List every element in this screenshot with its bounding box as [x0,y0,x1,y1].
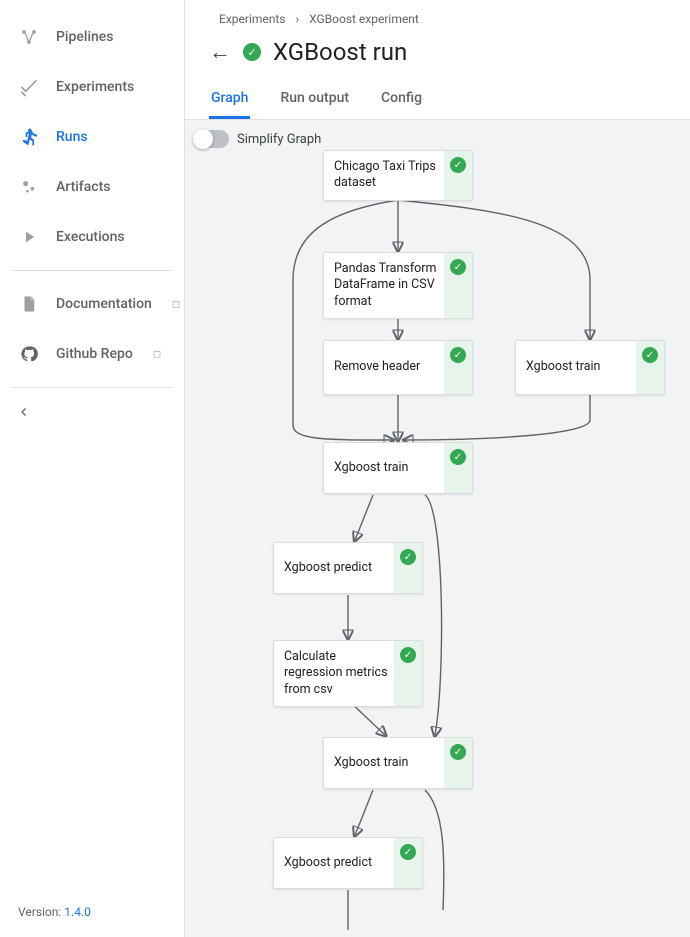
version-label: Version: [18,905,61,919]
main: Experiments › XGBoost experiment ← ✓ XGB… [185,0,690,937]
sidebar: Pipelines Experiments Runs Artifacts Exe… [0,0,185,937]
sidebar-item-label: Runs [56,129,88,145]
node-status: ✓ [444,341,472,394]
check-icon: ✓ [450,157,466,173]
simplify-graph-row: Simplify Graph [195,130,321,148]
node-status: ✓ [444,443,472,493]
header: Experiments › XGBoost experiment ← ✓ XGB… [185,0,690,120]
collapse-sidebar[interactable] [0,396,184,432]
node-status: ✓ [394,543,422,593]
github-icon [18,343,40,365]
sidebar-item-pipelines[interactable]: Pipelines [0,12,184,62]
sidebar-item-label: Artifacts [56,179,110,195]
check-icon: ✓ [450,449,466,465]
node-label: Xgboost predict [284,560,372,576]
sidebar-item-experiments[interactable]: Experiments [0,62,184,112]
version-value: 1.4.0 [64,905,91,919]
sidebar-item-label: Pipelines [56,29,114,45]
simplify-label: Simplify Graph [237,132,321,147]
node-label: Remove header [334,359,420,375]
sidebar-link-label: Documentation [56,296,152,312]
sidebar-link-label: Github Repo [56,346,133,362]
breadcrumb-root[interactable]: Experiments [219,12,286,26]
sidebar-link-documentation[interactable]: Documentation ◻ [0,279,184,329]
check-icon: ✓ [400,844,416,860]
sidebar-link-github[interactable]: Github Repo ◻ [0,329,184,379]
page-title: XGBoost run [273,38,407,66]
breadcrumb-separator: › [296,12,300,26]
tab-run-output[interactable]: Run output [278,80,351,119]
breadcrumb: Experiments › XGBoost experiment [209,8,666,34]
node-xgboost-train-right[interactable]: Xgboost train ✓ [515,340,665,395]
node-label: Calculate regression metrics from csv [284,649,388,697]
status-success-icon: ✓ [243,43,261,61]
doc-icon [18,293,40,315]
sidebar-item-executions[interactable]: Executions [0,212,184,262]
executions-icon [18,226,40,248]
graph-canvas[interactable]: Simplify Graph [185,120,690,937]
title-row: ← ✓ XGBoost run [209,34,666,76]
breadcrumb-item[interactable]: XGBoost experiment [309,12,419,26]
sidebar-item-runs[interactable]: Runs [0,112,184,162]
node-xgboost-train-2[interactable]: Xgboost train ✓ [323,737,473,789]
tabs: Graph Run output Config [209,76,666,119]
sidebar-item-label: Executions [56,229,125,245]
node-label: Xgboost predict [284,855,372,871]
check-icon: ✓ [450,744,466,760]
external-link-icon: ◻ [172,299,180,310]
tab-graph[interactable]: Graph [209,80,250,119]
node-label: Chicago Taxi Trips dataset [334,159,436,190]
node-pandas-transform[interactable]: Pandas Transform DataFrame in CSV format… [323,252,473,319]
node-status: ✓ [394,838,422,888]
check-icon: ✓ [450,259,466,275]
node-label: Xgboost train [334,755,408,771]
node-status: ✓ [444,151,472,200]
tab-config[interactable]: Config [379,80,424,119]
sidebar-item-artifacts[interactable]: Artifacts [0,162,184,212]
node-label: Xgboost train [334,460,408,476]
check-icon: ✓ [400,647,416,663]
check-icon: ✓ [642,347,658,363]
node-status: ✓ [636,341,664,394]
external-link-icon: ◻ [153,349,161,360]
version-footer: Version: 1.4.0 [0,905,184,925]
node-remove-header[interactable]: Remove header ✓ [323,340,473,395]
back-arrow-icon[interactable]: ← [209,39,231,65]
divider [12,387,172,388]
node-label: Pandas Transform DataFrame in CSV format [334,261,437,309]
check-icon: ✓ [400,549,416,565]
pipelines-icon [18,26,40,48]
node-status: ✓ [444,253,472,318]
node-chicago-taxi-dataset[interactable]: Chicago Taxi Trips dataset ✓ [323,150,473,201]
simplify-toggle[interactable] [195,130,229,148]
graph-nodes: Chicago Taxi Trips dataset ✓ Pandas Tran… [185,120,690,937]
node-status: ✓ [394,641,422,706]
node-xgboost-train-merge[interactable]: Xgboost train ✓ [323,442,473,494]
node-xgboost-predict-2[interactable]: Xgboost predict ✓ [273,837,423,889]
sidebar-item-label: Experiments [56,79,134,95]
node-status: ✓ [444,738,472,788]
runs-icon [18,126,40,148]
divider [12,270,172,271]
node-xgboost-predict-1[interactable]: Xgboost predict ✓ [273,542,423,594]
check-icon: ✓ [450,347,466,363]
node-calc-regression-metrics[interactable]: Calculate regression metrics from csv ✓ [273,640,423,707]
experiments-icon [18,76,40,98]
artifacts-icon [18,176,40,198]
node-label: Xgboost train [526,359,600,375]
